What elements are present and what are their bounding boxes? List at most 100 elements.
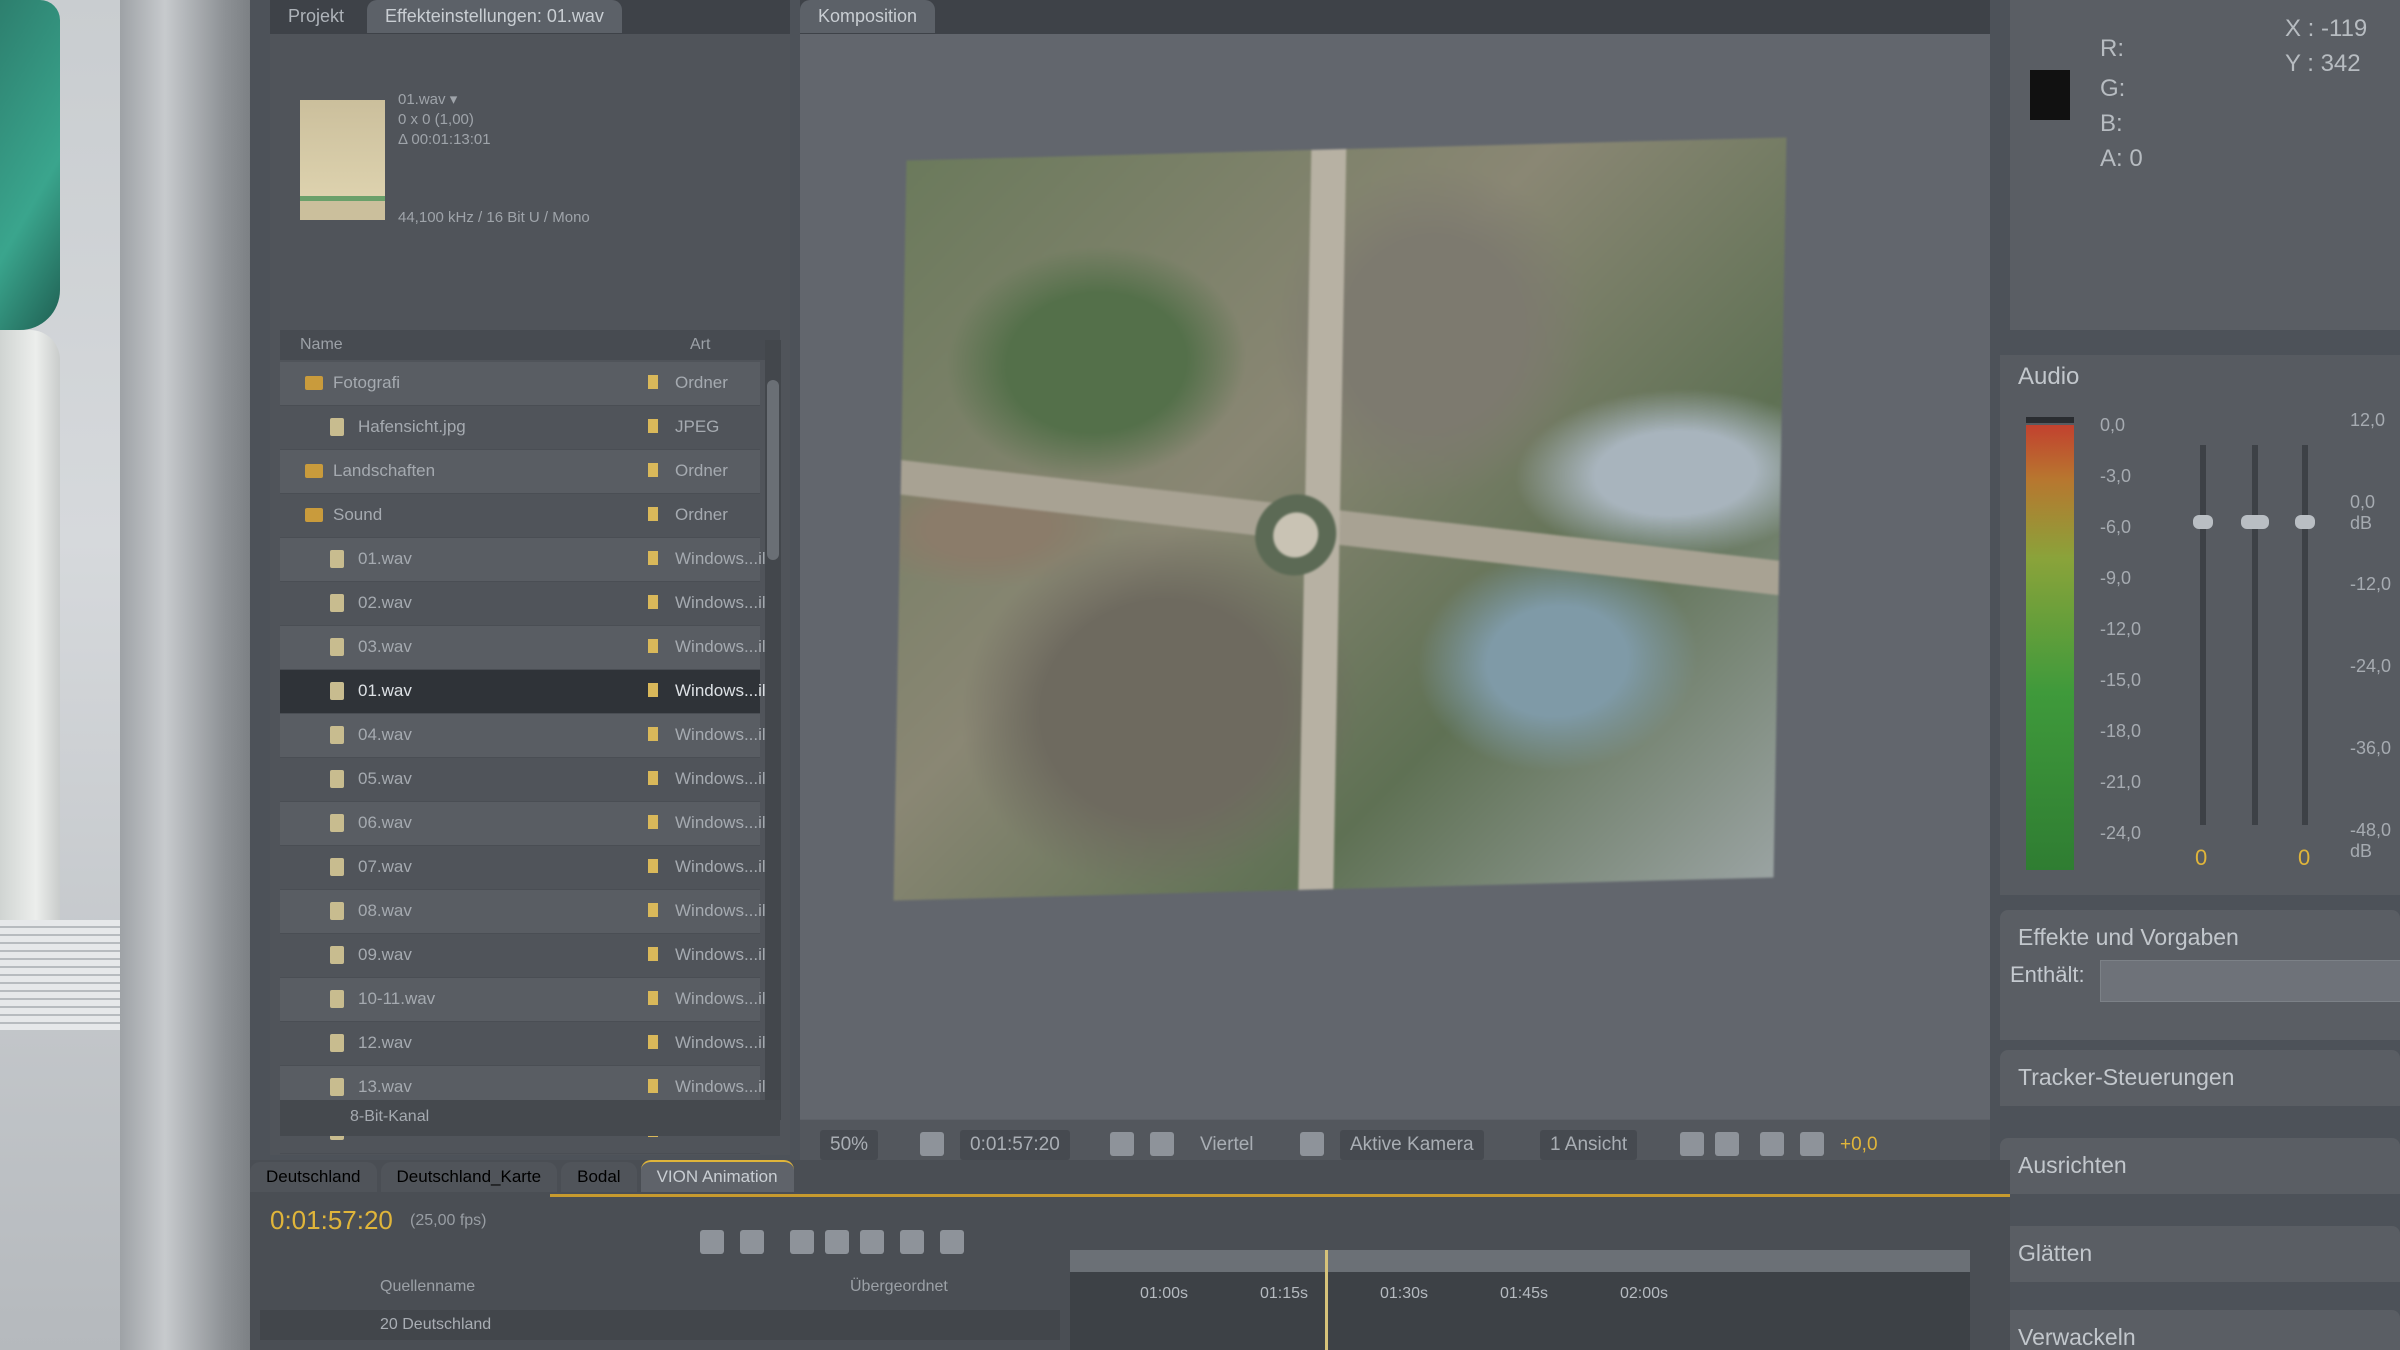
composition-canvas[interactable] — [800, 34, 1990, 1119]
project-item-row[interactable]: 12.wav Windows...ile — [280, 1022, 775, 1066]
smoother-title[interactable]: Glätten — [2018, 1240, 2092, 1267]
current-time-indicator[interactable] — [1325, 1250, 1328, 1350]
project-item-row[interactable]: 04.wav Windows...ile — [280, 714, 775, 758]
layer-name[interactable]: 20 Deutschland — [380, 1316, 491, 1334]
project-item-row[interactable]: 03.wav Windows...ile — [280, 626, 775, 670]
graph-editor-icon[interactable] — [940, 1230, 964, 1254]
draft-3d-icon[interactable] — [790, 1230, 814, 1254]
time-ruler[interactable]: 01:00s 01:15s 01:30s 01:45s 02:00s — [1070, 1250, 1970, 1350]
camera-dropdown[interactable]: Aktive Kamera — [1340, 1130, 1484, 1160]
project-scroll-thumb[interactable] — [767, 380, 779, 560]
column-source-name[interactable]: Quellenname — [380, 1278, 475, 1296]
effects-presets-title[interactable]: Effekte und Vorgaben — [2018, 924, 2239, 951]
project-item-row[interactable]: Fotografi Ordner — [280, 362, 760, 406]
label-color-swatch[interactable] — [648, 859, 658, 873]
effects-search-input[interactable] — [2100, 960, 2400, 1002]
timeline-tab[interactable]: Deutschland — [250, 1162, 377, 1192]
label-color-swatch[interactable] — [648, 639, 658, 653]
comp-mini-flowchart-icon[interactable] — [740, 1230, 764, 1254]
label-color-swatch[interactable] — [648, 815, 658, 829]
wiggler-title[interactable]: Verwackeln — [2018, 1324, 2136, 1350]
snapshot-icon[interactable] — [1110, 1132, 1134, 1156]
layer-row[interactable]: 20 Deutschland — [260, 1310, 1060, 1340]
motion-blur-icon[interactable] — [900, 1230, 924, 1254]
label-color-swatch[interactable] — [648, 727, 658, 741]
center-fader-knob[interactable] — [2241, 515, 2269, 529]
resolution-dropdown[interactable]: Viertel — [1200, 1130, 1254, 1160]
label-color-swatch[interactable] — [648, 1079, 658, 1093]
project-item-row[interactable]: Hafensicht.jpg JPEG — [280, 406, 760, 450]
footage-name[interactable]: 01.wav ▾ — [398, 90, 590, 110]
label-color-swatch[interactable] — [648, 463, 658, 477]
label-color-swatch[interactable] — [648, 507, 658, 521]
project-item-row[interactable]: 01.wav Windows...ile — [280, 538, 775, 582]
audio-title[interactable]: Audio — [2018, 363, 2079, 391]
zoom-dropdown[interactable]: 50% — [820, 1130, 879, 1160]
left-fader-knob[interactable] — [2193, 515, 2213, 529]
item-type: Ordner — [675, 505, 728, 524]
project-item-row[interactable]: 10-11.wav Windows...ile — [280, 978, 775, 1022]
timeline-tab[interactable]: Deutschland_Karte — [380, 1162, 558, 1192]
file-icon — [330, 1078, 344, 1096]
project-item-row[interactable]: 02.wav Windows...ile — [280, 582, 775, 626]
tracker-title[interactable]: Tracker-Steuerungen — [2018, 1064, 2234, 1091]
work-area-bar[interactable] — [1070, 1250, 1970, 1272]
right-fader-knob[interactable] — [2295, 515, 2315, 529]
column-name[interactable]: Name — [300, 336, 343, 354]
info-x: X : -119 — [2285, 15, 2368, 42]
composition-tabbar: Komposition — [800, 0, 1990, 34]
color-swatch — [2030, 70, 2070, 120]
left-fader-track[interactable] — [2200, 445, 2206, 825]
label-color-swatch[interactable] — [648, 991, 658, 1005]
tab-project[interactable]: Projekt — [270, 0, 362, 33]
project-item-row[interactable]: 05.wav Windows...ile — [280, 758, 775, 802]
project-item-row[interactable]: Sound Ordner — [280, 494, 760, 538]
label-color-swatch[interactable] — [648, 551, 658, 565]
column-type[interactable]: Art — [690, 336, 710, 354]
tab-composition[interactable]: Komposition — [800, 0, 936, 33]
project-item-row[interactable]: 07.wav Windows...ile — [280, 846, 775, 890]
exposure-value[interactable]: +0,0 — [1840, 1130, 1878, 1160]
right-fader-track[interactable] — [2302, 445, 2308, 825]
timeline-tab[interactable]: Bodal — [561, 1162, 637, 1192]
label-color-swatch[interactable] — [648, 419, 658, 433]
project-item-row[interactable]: 08.wav Windows...ile — [280, 890, 775, 934]
project-scrollbar[interactable] — [765, 340, 781, 1120]
timecode-field[interactable]: 0:01:57:20 — [960, 1130, 1070, 1160]
label-color-swatch[interactable] — [648, 683, 658, 697]
project-item-row[interactable]: 01.wav Windows...ile — [280, 670, 775, 714]
align-title[interactable]: Ausrichten — [2018, 1152, 2127, 1179]
center-fader-track[interactable] — [2252, 445, 2258, 825]
exposure-icon[interactable] — [1800, 1132, 1824, 1156]
item-name: Hafensicht.jpg — [358, 417, 466, 436]
label-color-swatch[interactable] — [648, 1035, 658, 1049]
timeline-timecode[interactable]: 0:01:57:20 — [270, 1205, 393, 1236]
shy-icon[interactable] — [825, 1230, 849, 1254]
tab-effect-controls[interactable]: Effekteinstellungen: 01.wav — [367, 0, 622, 33]
label-color-swatch[interactable] — [648, 771, 658, 785]
label-color-swatch[interactable] — [648, 947, 658, 961]
item-type: Windows...ile — [675, 681, 776, 700]
search-icon[interactable] — [700, 1230, 724, 1254]
project-item-row[interactable]: Landschaften Ordner — [280, 450, 760, 494]
toggle-pixel-icon[interactable] — [1680, 1132, 1704, 1156]
label-color-swatch[interactable] — [648, 375, 658, 389]
frame-blending-icon[interactable] — [860, 1230, 884, 1254]
flowchart-icon[interactable] — [1760, 1132, 1784, 1156]
bit-depth-button[interactable]: 8-Bit-Kanal — [350, 1108, 429, 1126]
project-item-row[interactable]: 09.wav Windows...ile — [280, 934, 775, 978]
column-parent[interactable]: Übergeordnet — [850, 1278, 948, 1296]
wiggler-panel: Verwackeln — [2000, 1310, 2400, 1350]
grid-icon[interactable] — [920, 1132, 944, 1156]
project-item-row[interactable]: 06.wav Windows...ile — [280, 802, 775, 846]
item-name: 03.wav — [358, 637, 412, 656]
timeline-tab[interactable]: VION Animation — [640, 1160, 794, 1192]
vase — [0, 330, 60, 970]
channels-icon[interactable] — [1150, 1132, 1174, 1156]
label-color-swatch[interactable] — [648, 595, 658, 609]
views-dropdown[interactable]: 1 Ansicht — [1540, 1130, 1638, 1160]
region-of-interest-icon[interactable] — [1300, 1132, 1324, 1156]
fast-preview-icon[interactable] — [1715, 1132, 1739, 1156]
file-icon — [330, 638, 344, 656]
label-color-swatch[interactable] — [648, 903, 658, 917]
